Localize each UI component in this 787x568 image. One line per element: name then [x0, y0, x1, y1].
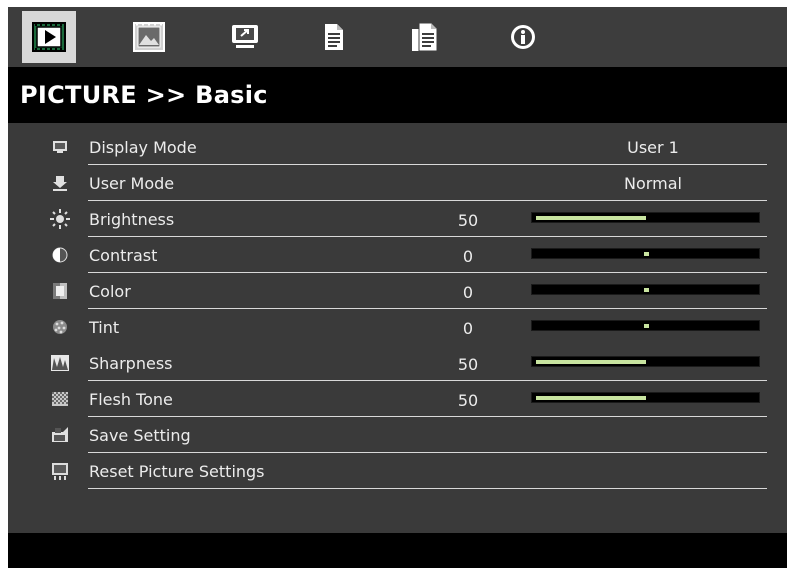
brightness-icon [50, 209, 70, 229]
menu-item-reset-picture-settings[interactable]: Reset Picture Settings [8, 453, 787, 489]
numeric-value: 50 [457, 391, 479, 410]
numeric-value: 0 [462, 247, 474, 266]
menu-list: Display Mode User 1 User Mode Normal Bri… [8, 123, 787, 533]
menu-item-label: Sharpness [89, 354, 173, 373]
page-title: PICTURE >> Basic [20, 81, 268, 109]
tab-options-advanced[interactable] [398, 11, 452, 63]
menu-item-tint[interactable]: Tint 0 [8, 309, 787, 345]
menu-item-save-setting[interactable]: Save Setting [8, 417, 787, 453]
menu-item-contrast[interactable]: Contrast 0 [8, 237, 787, 273]
display-mode-icon [50, 137, 70, 157]
reset-icon [50, 461, 70, 481]
slider-marker [644, 288, 649, 292]
tab-display[interactable] [122, 11, 176, 63]
tint-icon [50, 317, 70, 337]
save-setting-icon [50, 425, 70, 445]
tint-slider[interactable] [531, 320, 760, 331]
tab-options[interactable] [306, 11, 360, 63]
menu-item-brightness[interactable]: Brightness 50 [8, 201, 787, 237]
row-divider [88, 488, 767, 489]
status-bar [8, 533, 787, 568]
flesh-tone-slider[interactable] [531, 392, 760, 403]
setting-value: User 1 [627, 138, 679, 157]
projector-osd: PICTURE >> Basic Display Mode User 1 Use… [8, 7, 787, 568]
menu-item-label: Display Mode [89, 138, 197, 157]
setting-value: Normal [624, 174, 682, 193]
menu-item-sharpness[interactable]: Sharpness 50 [8, 345, 787, 381]
menu-item-user-mode[interactable]: User Mode Normal [8, 165, 787, 201]
menu-item-label: Color [89, 282, 131, 301]
menu-item-color[interactable]: Color 0 [8, 273, 787, 309]
contrast-icon [50, 245, 70, 265]
slider-fill [536, 216, 646, 220]
color-slider[interactable] [531, 284, 760, 295]
numeric-value: 0 [462, 319, 474, 338]
menu-item-display-mode[interactable]: Display Mode User 1 [8, 129, 787, 165]
tab-bar [8, 7, 787, 67]
menu-item-flesh-tone[interactable]: Flesh Tone 50 [8, 381, 787, 417]
user-mode-icon [50, 173, 70, 193]
flesh-tone-icon [50, 389, 70, 409]
slider-fill [536, 360, 646, 364]
title-bar: PICTURE >> Basic [8, 67, 787, 123]
sharpness-icon [50, 353, 70, 373]
brightness-slider[interactable] [531, 212, 760, 223]
menu-item-label: Tint [89, 318, 120, 337]
slider-marker [644, 324, 649, 328]
menu-item-label: Reset Picture Settings [89, 462, 265, 481]
slider-marker [644, 252, 649, 256]
sharpness-slider[interactable] [531, 356, 760, 367]
numeric-value: 50 [457, 355, 479, 374]
tab-picture[interactable] [22, 11, 76, 63]
documents-icon [412, 22, 438, 52]
menu-item-label: Brightness [89, 210, 175, 229]
display-icon [133, 22, 165, 52]
menu-item-label: Flesh Tone [89, 390, 173, 409]
document-icon [325, 24, 343, 50]
picture-icon [32, 22, 66, 52]
menu-item-label: Save Setting [89, 426, 191, 445]
slider-fill [536, 396, 646, 400]
menu-item-label: Contrast [89, 246, 158, 265]
color-icon [50, 281, 70, 301]
menu-item-label: User Mode [89, 174, 175, 193]
info-icon [511, 25, 535, 49]
numeric-value: 0 [462, 283, 474, 302]
contrast-slider[interactable] [531, 248, 760, 259]
tab-info[interactable] [496, 11, 550, 63]
setup-icon [232, 25, 258, 48]
tab-setup[interactable] [218, 11, 272, 63]
numeric-value: 50 [457, 211, 479, 230]
